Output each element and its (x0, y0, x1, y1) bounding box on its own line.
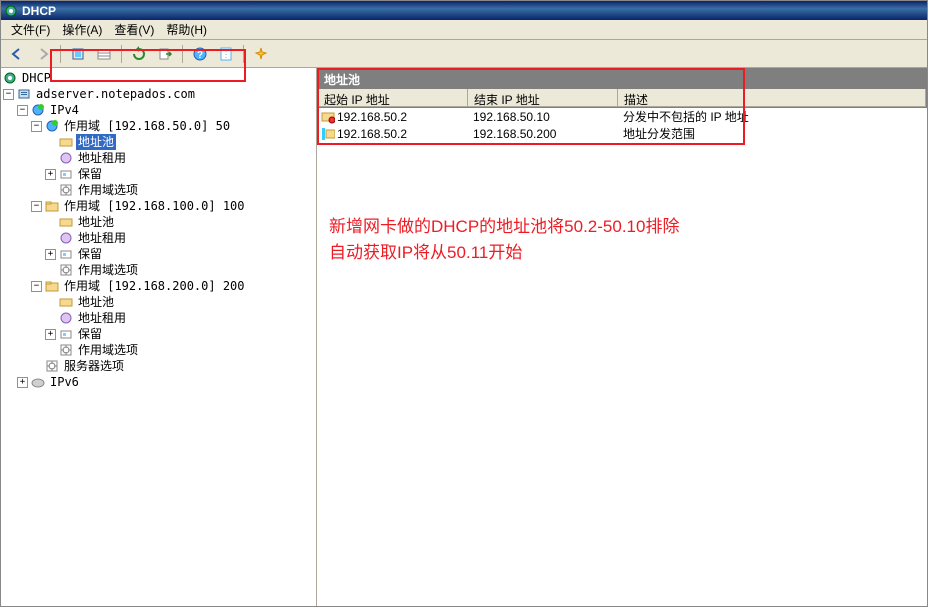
options-icon (59, 183, 73, 197)
reservation-icon (59, 247, 73, 261)
lease-icon (59, 231, 73, 245)
tree-scope-options-100[interactable]: 作用域选项 (3, 262, 314, 278)
folder-icon (45, 199, 59, 213)
tree-reservation-100[interactable]: + 保留 (3, 246, 314, 262)
tree-lease-50[interactable]: 地址租用 (3, 150, 314, 166)
tree-server[interactable]: − adserver.notepados.com (3, 86, 314, 102)
back-button[interactable] (5, 42, 29, 65)
collapse-icon[interactable]: − (31, 281, 42, 292)
lease-icon (59, 311, 73, 325)
menu-view[interactable]: 查看(V) (108, 19, 160, 40)
dhcp-icon (4, 4, 18, 18)
tree-lease-200[interactable]: 地址租用 (3, 310, 314, 326)
pool-icon (59, 215, 73, 229)
collapse-icon[interactable]: − (3, 89, 14, 100)
tree-reservation-200[interactable]: + 保留 (3, 326, 314, 342)
tree-highlight-box (50, 68, 246, 82)
tree-server-options[interactable]: 服务器选项 (3, 358, 314, 374)
collapse-icon[interactable]: − (31, 121, 42, 132)
menu-file[interactable]: 文件(F) (5, 19, 56, 40)
expand-icon[interactable]: + (17, 377, 28, 388)
pool-icon (59, 135, 73, 149)
menu-help[interactable]: 帮助(H) (160, 19, 213, 40)
tree-panel[interactable]: DHCP − adserver.notepados.com − IPv4 − 作… (1, 68, 317, 606)
dhcp-tree-icon (3, 71, 17, 85)
reservation-icon (59, 327, 73, 341)
title-bar: DHCP (1, 1, 927, 20)
menu-action[interactable]: 操作(A) (56, 19, 108, 40)
list-highlight-box (317, 68, 745, 145)
tree-ipv6[interactable]: + IPv6 (3, 374, 314, 390)
tree-ipv4[interactable]: − IPv4 (3, 102, 314, 118)
expand-icon[interactable]: + (45, 169, 56, 180)
tree-scope-100[interactable]: − 作用域 [192.168.100.0] 100 (3, 198, 314, 214)
options-icon (59, 343, 73, 357)
collapse-icon[interactable]: − (17, 105, 28, 116)
annotation-text: 新增网卡做的DHCP的地址池将50.2-50.10排除 自动获取IP将从50.1… (329, 214, 679, 265)
tree-lease-100[interactable]: 地址租用 (3, 230, 314, 246)
tree-scope-options-200[interactable]: 作用域选项 (3, 342, 314, 358)
list-panel: 地址池 起始 IP 地址 结束 IP 地址 描述 192.168.50.2 19… (317, 68, 927, 606)
tree-scope-50[interactable]: − 作用域 [192.168.50.0] 50 (3, 118, 314, 134)
lease-icon (59, 151, 73, 165)
tree-pool-50[interactable]: 地址池 (3, 134, 314, 150)
scope-icon (45, 119, 59, 133)
expand-icon[interactable]: + (45, 329, 56, 340)
tree-pool-200[interactable]: 地址池 (3, 294, 314, 310)
options-icon (59, 263, 73, 277)
tree-scope-200[interactable]: − 作用域 [192.168.200.0] 200 (3, 278, 314, 294)
expand-icon[interactable]: + (45, 249, 56, 260)
options-icon (45, 359, 59, 373)
ipv6-icon (31, 375, 45, 389)
new-button[interactable] (249, 42, 273, 65)
server-icon (17, 87, 31, 101)
ipv4-icon (31, 103, 45, 117)
collapse-icon[interactable]: − (31, 201, 42, 212)
tree-scope-options-50[interactable]: 作用域选项 (3, 182, 314, 198)
folder-icon (45, 279, 59, 293)
window-title: DHCP (22, 4, 56, 18)
tree-pool-100[interactable]: 地址池 (3, 214, 314, 230)
reservation-icon (59, 167, 73, 181)
tree-reservation-50[interactable]: + 保留 (3, 166, 314, 182)
menu-bar: 文件(F) 操作(A) 查看(V) 帮助(H) (1, 20, 927, 40)
pool-icon (59, 295, 73, 309)
content-area: DHCP − adserver.notepados.com − IPv4 − 作… (1, 68, 927, 606)
